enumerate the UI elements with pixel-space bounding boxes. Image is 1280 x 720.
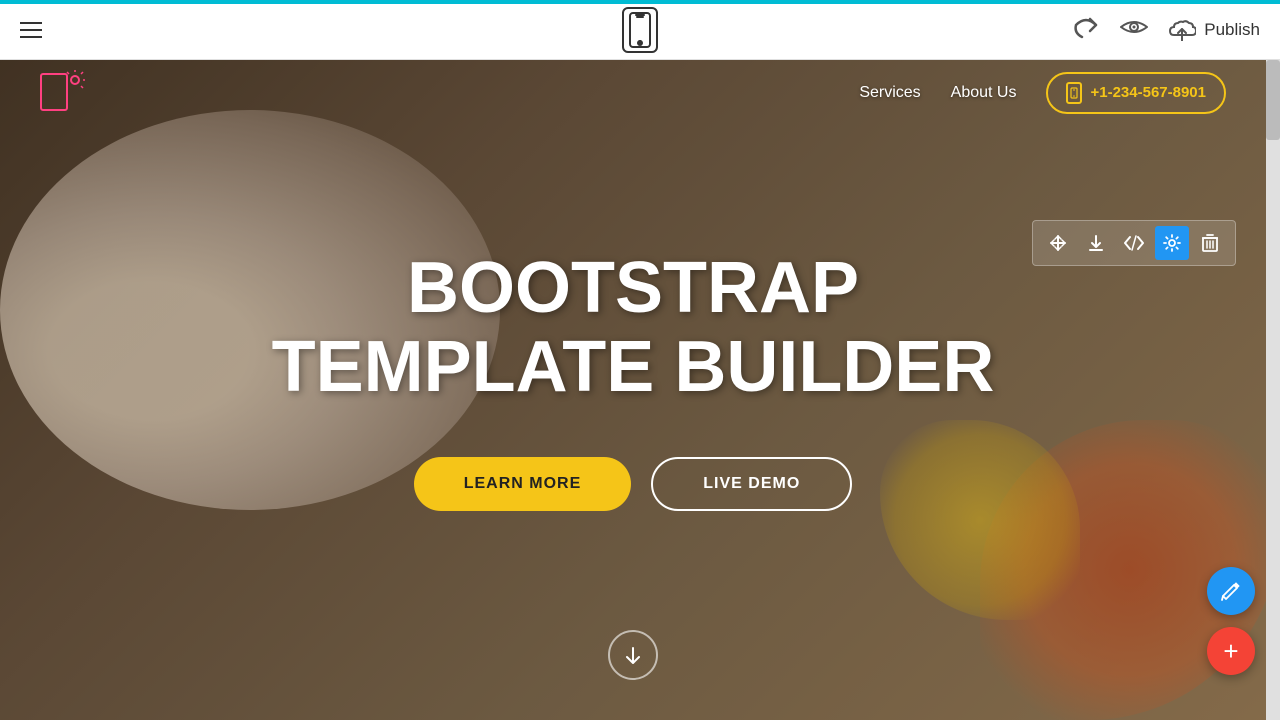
site-navbar: Services About Us +1-234-567-8901 [0, 60, 1266, 125]
section-download-button[interactable] [1079, 226, 1113, 260]
eye-icon [1120, 17, 1148, 37]
nav-phone-number: +1-234-567-8901 [1090, 84, 1206, 101]
main-preview-area: Services About Us +1-234-567-8901 [0, 60, 1280, 720]
section-move-button[interactable] [1041, 226, 1075, 260]
publish-button[interactable]: Publish [1168, 19, 1260, 41]
nav-link-about-us[interactable]: About Us [951, 84, 1017, 102]
section-settings-button[interactable] [1155, 226, 1189, 260]
edit-fab-button[interactable] [1207, 567, 1255, 615]
hamburger-line-2 [20, 29, 42, 31]
section-delete-button[interactable] [1193, 226, 1227, 260]
trash-icon [1202, 234, 1218, 252]
move-icon [1049, 234, 1067, 252]
logo-icon [40, 70, 85, 115]
cloud-upload-icon [1168, 19, 1196, 41]
phone-handset-icon [1070, 87, 1078, 99]
learn-more-button[interactable]: LEARN MORE [414, 457, 632, 511]
hamburger-line-1 [20, 22, 42, 24]
teal-top-border [0, 0, 1280, 4]
hero-title-line1: BOOTSTRAP [407, 248, 859, 328]
preview-button[interactable] [1120, 17, 1148, 43]
site-nav-links: Services About Us +1-234-567-8901 [859, 72, 1226, 114]
publish-label: Publish [1204, 20, 1260, 40]
hero-title: BOOTSTRAP TEMPLATE BUILDER [272, 249, 995, 407]
hero-content: BOOTSTRAP TEMPLATE BUILDER LEARN MORE LI… [0, 60, 1266, 720]
undo-button[interactable] [1072, 15, 1100, 45]
scroll-down-button[interactable] [608, 630, 658, 680]
section-toolbar [1032, 220, 1236, 266]
hamburger-line-3 [20, 36, 42, 38]
undo-icon [1072, 15, 1100, 39]
main-toolbar: Publish [0, 0, 1280, 60]
download-icon [1087, 234, 1105, 252]
site-frame: Services About Us +1-234-567-8901 [0, 60, 1266, 720]
live-demo-button[interactable]: LIVE DEMO [651, 457, 852, 511]
hero-title-line2: TEMPLATE BUILDER [272, 327, 995, 407]
mobile-icon [629, 12, 651, 48]
mobile-preview-button[interactable] [622, 7, 658, 53]
code-icon [1124, 235, 1144, 251]
hero-buttons: LEARN MORE LIVE DEMO [414, 457, 853, 511]
logo-sun-icon [61, 70, 85, 94]
nav-phone[interactable]: +1-234-567-8901 [1046, 72, 1226, 114]
settings-gear-icon [1163, 234, 1181, 252]
nav-link-services[interactable]: Services [859, 84, 920, 102]
scrollbar[interactable] [1266, 60, 1280, 720]
pencil-icon [1220, 580, 1242, 602]
phone-small-icon [1066, 82, 1082, 104]
site-logo [40, 70, 85, 115]
scrollbar-thumb[interactable] [1266, 60, 1280, 140]
add-fab-button[interactable]: + [1207, 627, 1255, 675]
hamburger-menu-button[interactable] [20, 22, 42, 38]
arrow-down-icon [623, 645, 643, 665]
section-code-button[interactable] [1117, 226, 1151, 260]
add-icon: + [1223, 638, 1238, 664]
